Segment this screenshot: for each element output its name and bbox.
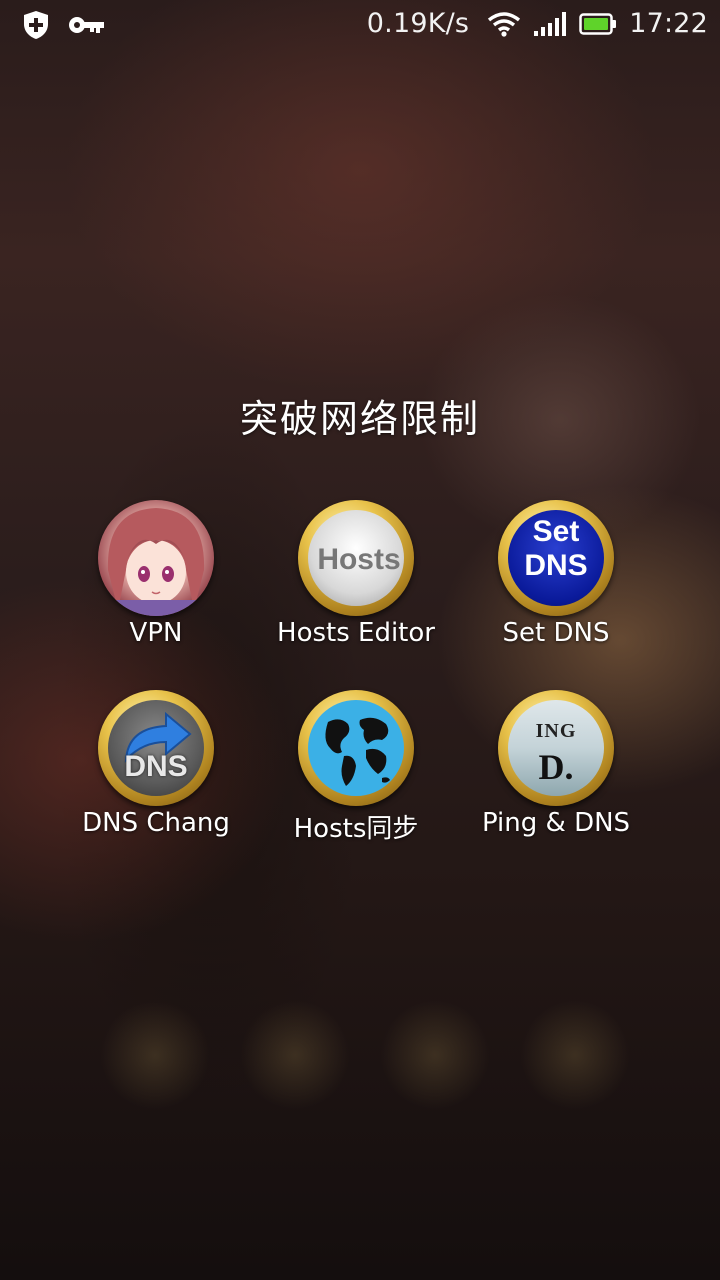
hosts-editor-icon[interactable]: Hosts [298,500,414,616]
ping-dns-icon[interactable]: ING D. [498,690,614,806]
clock: 17:22 [629,8,708,39]
app-label: VPN [129,618,183,648]
set-dns-icon[interactable]: Set DNS [498,500,614,616]
shield-plus-icon [22,10,50,40]
app-hosts-sync[interactable]: Hosts同步 [256,690,456,860]
app-ping-dns[interactable]: ING D. Ping & DNS [456,690,656,860]
battery-icon [579,12,617,36]
anime-avatar-icon[interactable] [98,500,214,616]
home-screen: 0.19K/s 17:22 突破网络限制 VPN Hosts Hosts Edi… [0,0,720,1280]
status-bar: 0.19K/s 17:22 [0,0,720,52]
icon-text-d: D. [538,747,574,787]
app-dns-changer[interactable]: DNS DNS Chang [56,690,256,860]
dock-app-blur [380,1000,490,1110]
dock-app-blur [240,1000,350,1110]
icon-text-dns: DNS [524,549,588,582]
globe-icon[interactable] [298,690,414,806]
app-set-dns[interactable]: Set DNS Set DNS [456,500,656,670]
dock-app-blur [100,1000,210,1110]
app-vpn[interactable]: VPN [56,500,256,670]
key-icon [68,14,106,36]
dns-changer-icon[interactable]: DNS [98,690,214,806]
folder-title[interactable]: 突破网络限制 [0,388,720,443]
wifi-icon [487,11,521,37]
icon-text-ing: ING [535,720,577,742]
app-hosts-editor[interactable]: Hosts Hosts Editor [256,500,456,670]
network-speed: 0.19K/s [366,8,470,39]
icon-text: Hosts [317,543,401,576]
app-label: Hosts同步 [293,814,419,844]
app-label: DNS Chang [82,808,230,838]
dock-app-blur [520,1000,630,1110]
icon-text: DNS [124,750,188,783]
signal-icon [533,11,567,37]
app-label: Hosts Editor [277,618,435,648]
app-label: Ping & DNS [481,808,631,838]
icon-text-set: Set [532,515,580,548]
app-label: Set DNS [502,618,610,648]
